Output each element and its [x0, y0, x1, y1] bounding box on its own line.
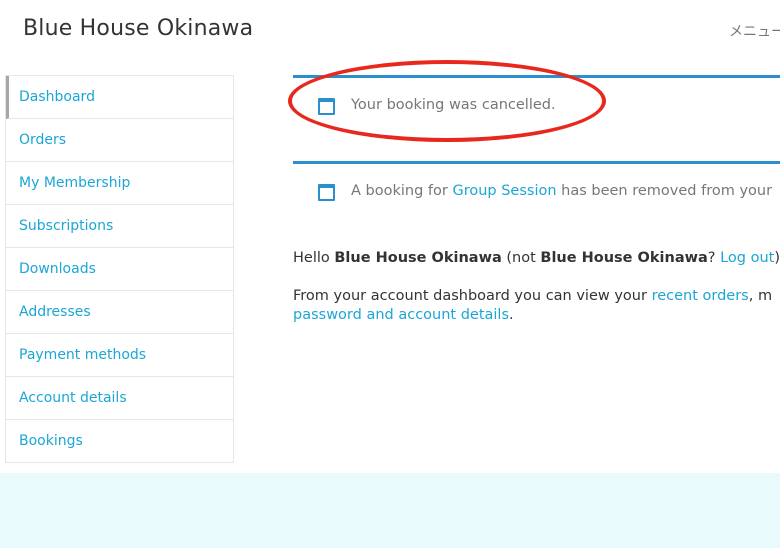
greeting-hello: Hello [293, 250, 335, 266]
greeting-not-user-name: Blue House Okinawa [540, 250, 708, 266]
calendar-icon [318, 184, 335, 201]
notice-prefix: A booking for [351, 183, 453, 199]
sidebar-item-addresses[interactable]: Addresses [6, 291, 233, 334]
notice-message: Your booking was cancelled. [351, 97, 556, 113]
booking-cancelled-notice: Your booking was cancelled. [293, 75, 780, 131]
site-header: Blue House Okinawa メニュー [0, 0, 780, 64]
booking-removed-notice: A booking for Group Session has been rem… [293, 161, 780, 221]
sidebar-item-account-details[interactable]: Account details [6, 377, 233, 420]
sidebar-item-subscriptions[interactable]: Subscriptions [6, 205, 233, 248]
notice-message: A booking for Group Session has been rem… [351, 183, 772, 199]
greeting-close: ) [774, 250, 780, 266]
sidebar-item-my-membership[interactable]: My Membership [6, 162, 233, 205]
greeting: Hello Blue House Okinawa (not Blue House… [293, 250, 780, 266]
sidebar-item-payment-methods[interactable]: Payment methods [6, 334, 233, 377]
account-navigation: Dashboard Orders My Membership Subscript… [5, 75, 234, 463]
notice-suffix: has been removed from your [556, 183, 773, 199]
site-title[interactable]: Blue House Okinawa [23, 16, 253, 41]
intro-suffix: , m [748, 288, 773, 304]
menu-toggle[interactable]: メニュー [729, 21, 780, 41]
intro-period: . [509, 307, 514, 323]
greeting-not-open: (not [501, 250, 541, 266]
sidebar-item-downloads[interactable]: Downloads [6, 248, 233, 291]
greeting-question: ? [707, 250, 721, 266]
greeting-user-name: Blue House Okinawa [334, 250, 502, 266]
sidebar-item-orders[interactable]: Orders [6, 119, 233, 162]
dashboard-intro: From your account dashboard you can view… [293, 287, 780, 325]
recent-orders-link[interactable]: recent orders [652, 288, 749, 304]
footer-band [0, 473, 780, 548]
sidebar-item-dashboard[interactable]: Dashboard [6, 76, 233, 119]
logout-link[interactable]: Log out [720, 250, 774, 266]
account-details-link[interactable]: password and account details [293, 307, 509, 323]
sidebar-item-bookings[interactable]: Bookings [6, 420, 233, 463]
group-session-link[interactable]: Group Session [452, 183, 556, 199]
intro-prefix: From your account dashboard you can view… [293, 288, 652, 304]
calendar-icon [318, 98, 335, 115]
